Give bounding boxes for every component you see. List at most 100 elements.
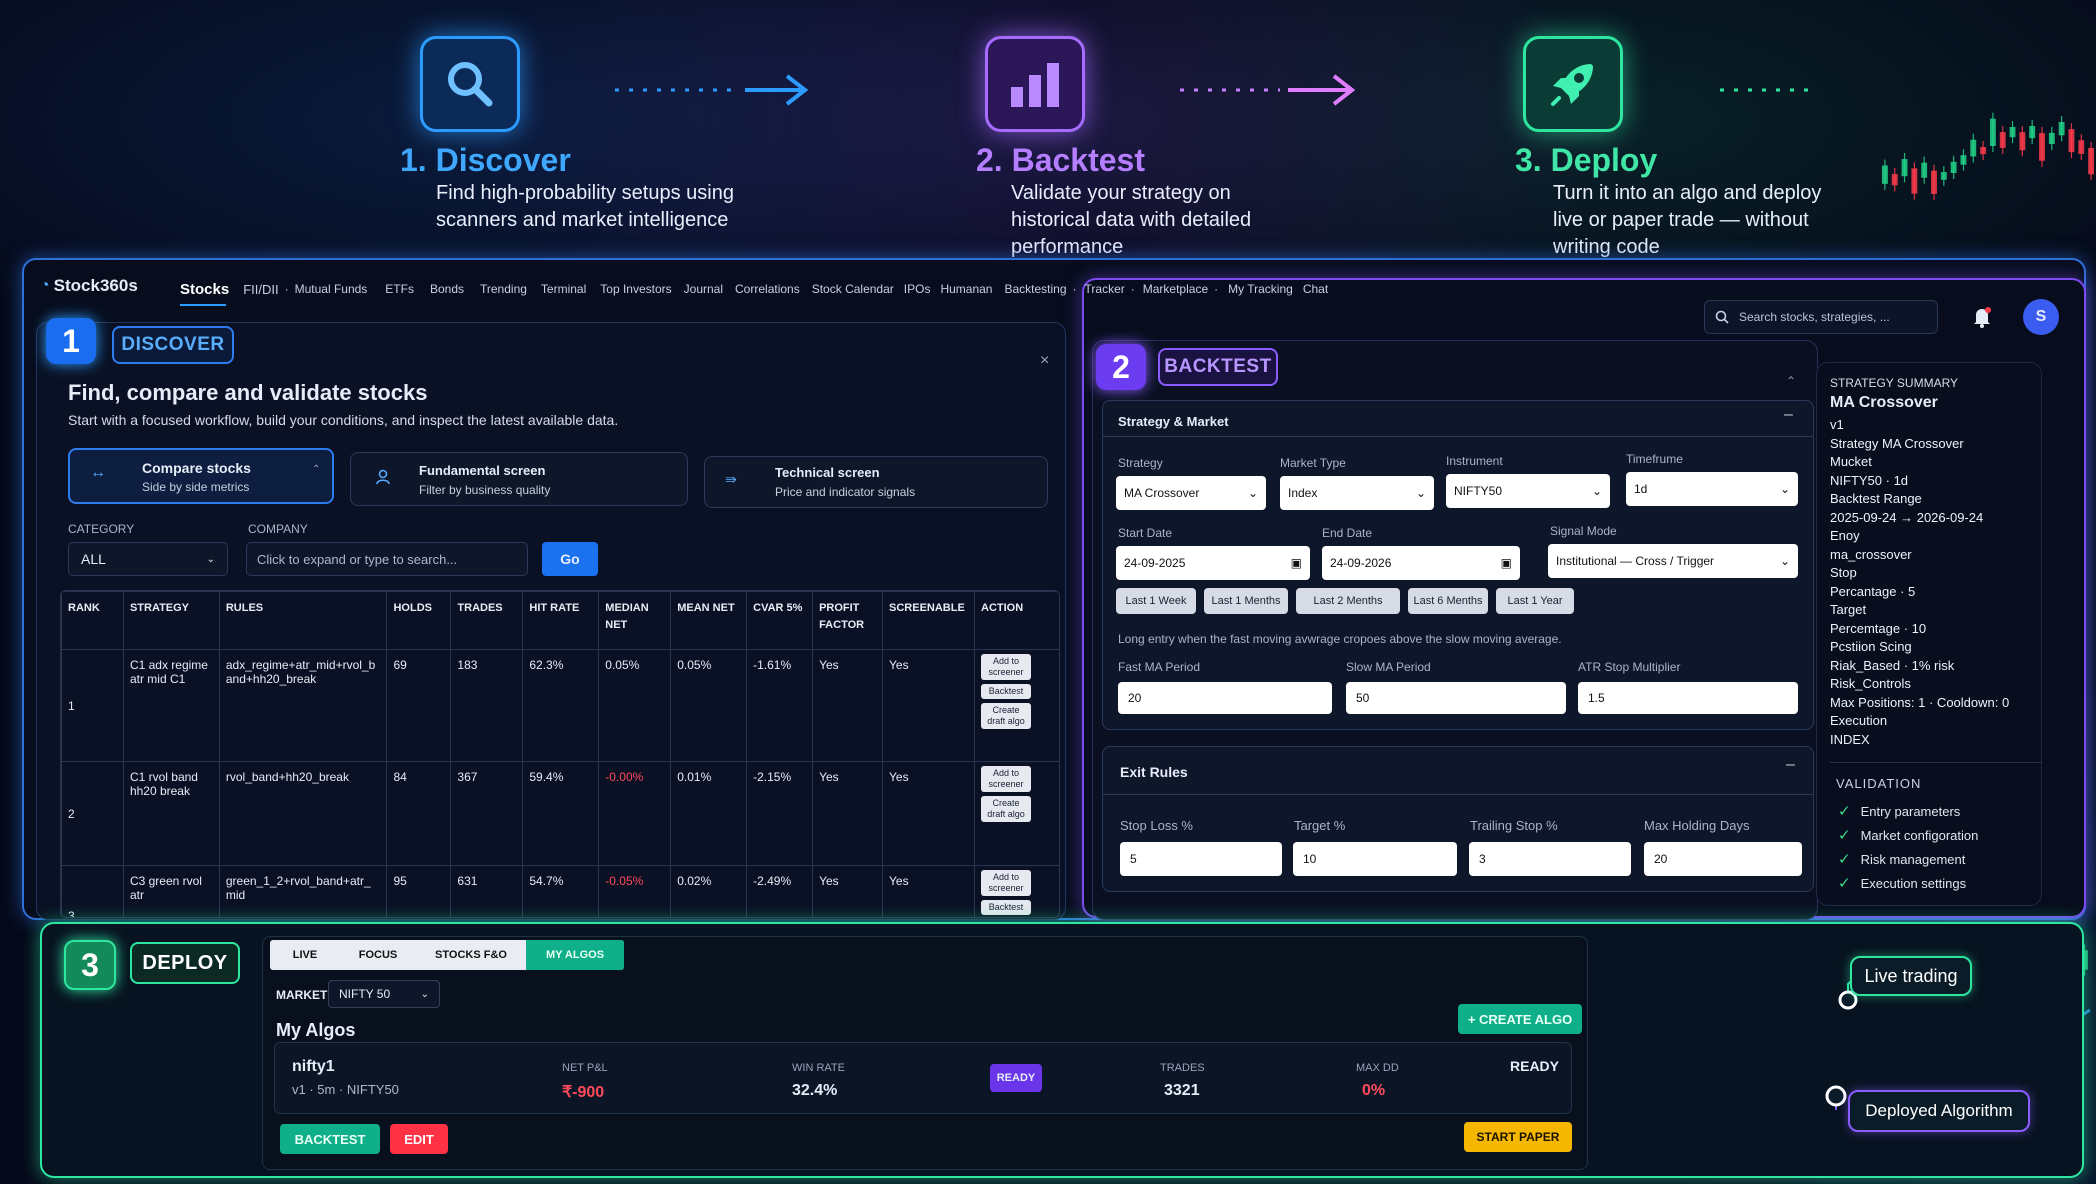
date-range-chip[interactable]: Last 6 Menths (1408, 588, 1488, 614)
algo-card[interactable] (274, 1042, 1572, 1114)
nav-item[interactable]: Top Investors (600, 282, 671, 296)
strategy-select[interactable]: MA Crossover ⌄ (1116, 476, 1266, 510)
nav-item[interactable]: ETFs (385, 282, 414, 296)
nav-item[interactable]: Backtesting (1004, 282, 1066, 296)
candle-body (2068, 129, 2075, 153)
nav-item[interactable]: My Tracking (1228, 282, 1293, 296)
validation-label: Entry parameters (1860, 803, 1961, 819)
nav-item[interactable]: Terminal (541, 282, 586, 296)
trades-value: 3321 (1164, 1082, 1200, 1099)
step-badge-3: 3 (64, 940, 116, 990)
edit-button[interactable]: EDIT (390, 1124, 448, 1154)
table-action-button[interactable]: Backtest (981, 684, 1031, 699)
market-type-select[interactable]: Index ⌄ (1280, 476, 1434, 510)
bell-icon[interactable] (1972, 306, 1992, 333)
deploy-tab[interactable]: FOCUS (340, 940, 416, 970)
tab-fundamental-screen[interactable]: Fundamental screen Filter by business qu… (350, 452, 688, 506)
table-action-button[interactable]: Backtest (981, 900, 1031, 915)
category-select[interactable]: ALL ⌄ (68, 542, 228, 576)
nav-item[interactable]: IPOs (904, 282, 931, 296)
summary-line: Stop (1830, 565, 1857, 580)
trailing-stop-input[interactable]: 3 (1469, 842, 1631, 876)
nav-item[interactable]: Marketplace (1143, 282, 1208, 296)
signal-mode-value: Institutional — Cross / Trigger (1556, 554, 1715, 568)
instrument-select[interactable]: NIFTY50 ⌄ (1446, 474, 1610, 508)
date-range-chip[interactable]: Last 1 Week (1116, 588, 1196, 614)
go-button[interactable]: Go (542, 542, 598, 576)
check-icon: ✓ (1838, 803, 1851, 820)
minus-icon[interactable]: – (1786, 756, 1795, 774)
timeframe-select[interactable]: 1d ⌄ (1626, 472, 1798, 506)
date-range-chip[interactable]: Last 2 Menths (1296, 588, 1400, 614)
deploy-tab[interactable]: MY ALGOS (526, 940, 624, 970)
company-search-input[interactable]: Click to expand or type to search... (246, 542, 528, 576)
summary-line: Target (1830, 602, 1867, 617)
nav-item[interactable]: Stock Calendar (812, 282, 894, 296)
signal-mode-select[interactable]: Institutional — Cross / Trigger ⌄ (1548, 544, 1798, 578)
nav-item[interactable]: Chat (1303, 282, 1328, 296)
table-header: TRADES (450, 591, 524, 650)
nav-item[interactable]: Humanan (940, 282, 992, 296)
check-icon: ✓ (1838, 851, 1851, 868)
fast-ma-input[interactable]: 20 (1118, 682, 1332, 714)
table-cell-median: -0.05% (598, 865, 672, 917)
app-logo[interactable]: ◔ Stock360s (40, 276, 138, 296)
table-header: RULES (218, 591, 388, 650)
target-input[interactable]: 10 (1293, 842, 1457, 876)
arrow-right-icon (615, 74, 809, 106)
table-row[interactable]: 1 C1 adx regime atr mid C1 adx_regime+atr_… (61, 649, 1059, 762)
stop-loss-input[interactable]: 5 (1120, 842, 1282, 876)
table-action-button[interactable]: Create draft algo (981, 703, 1031, 729)
atr-stop-input[interactable]: 1.5 (1578, 682, 1798, 714)
nav-item[interactable]: Mutual Funds (295, 282, 368, 296)
table-action-button[interactable]: Add to screener (981, 654, 1031, 680)
candle-body (1989, 118, 1996, 147)
validation-item: ✓ Market configoration (1838, 826, 1978, 844)
table-row[interactable]: 2 C1 rvol band hh20 break rvol_band+hh20_b… (61, 761, 1059, 866)
tab-compare-stocks[interactable]: ↔ Compare stocks Side by side metrics ⌃ (68, 448, 334, 504)
create-algo-button[interactable]: + CREATE ALGO (1458, 1004, 1582, 1034)
candle-body (1881, 165, 1888, 184)
minus-icon[interactable]: – (1784, 406, 1793, 424)
nav-item[interactable]: Stocks (180, 281, 229, 298)
deploy-tab[interactable]: LIVE (270, 940, 340, 970)
date-range-chip[interactable]: Last 1 Menths (1204, 588, 1288, 614)
step-desc-deploy: Turn it into an algo and deploy live or … (1553, 182, 1822, 258)
live-trading-callout: Live trading (1850, 956, 1972, 996)
search-icon (420, 36, 520, 132)
table-cell-action: Add to screener Backtest (974, 865, 1059, 917)
start-date-input[interactable]: 24-09-2025 ▣ (1116, 546, 1310, 580)
nav-item[interactable]: Bonds (430, 282, 464, 296)
candle-body (1901, 159, 1908, 177)
ready-badge: READY (990, 1064, 1042, 1092)
nav-item[interactable]: FII/DII (243, 282, 278, 297)
date-range-chip[interactable]: Last 1 Year (1496, 588, 1574, 614)
summary-line: 2025-09-24 → 2026-09-24 (1830, 509, 1984, 525)
table-cell-median: -0.00% (598, 761, 672, 866)
deploy-tab[interactable]: STOCKS F&O (416, 940, 526, 970)
backtest-button[interactable]: BACKTEST (280, 1124, 380, 1154)
compare-arrows-icon: ↔ (90, 464, 106, 481)
nav-item[interactable]: Tracker (1085, 282, 1125, 296)
nav-item[interactable]: Journal (684, 282, 723, 296)
avatar[interactable]: S (2023, 299, 2059, 335)
slow-ma-input[interactable]: 50 (1346, 682, 1566, 714)
max-holding-input[interactable]: 20 (1644, 842, 1802, 876)
table-row[interactable]: 3 C3 green rvol atr green_1_2+rvol_band+at… (61, 865, 1059, 917)
table-cell-cvar: -1.61% (746, 649, 814, 762)
nav-item[interactable]: Correlations (735, 282, 800, 296)
search-input[interactable]: Search stocks, strategies, ... (1704, 300, 1938, 334)
market-select[interactable]: NIFTY 50 ⌄ (328, 980, 440, 1008)
collapse-icon[interactable]: ⌃ (1786, 374, 1796, 388)
table-cell-holds: 95 (386, 865, 452, 917)
table-action-button[interactable]: Add to screener (981, 766, 1031, 792)
table-action-button[interactable]: Add to screener (981, 870, 1031, 896)
nav-item[interactable]: Trending (480, 282, 527, 296)
end-date-input[interactable]: 24-09-2026 ▣ (1322, 546, 1520, 580)
close-icon[interactable]: × (1040, 352, 1049, 370)
tab-technical-screen[interactable]: ⇛ Technical screen Price and indicator s… (704, 456, 1048, 508)
table-action-button[interactable]: Create draft algo (981, 796, 1031, 822)
start-paper-button[interactable]: START PAPER (1464, 1122, 1572, 1152)
candle-body (1950, 161, 1957, 173)
table-header: MEAN NET (670, 591, 748, 650)
